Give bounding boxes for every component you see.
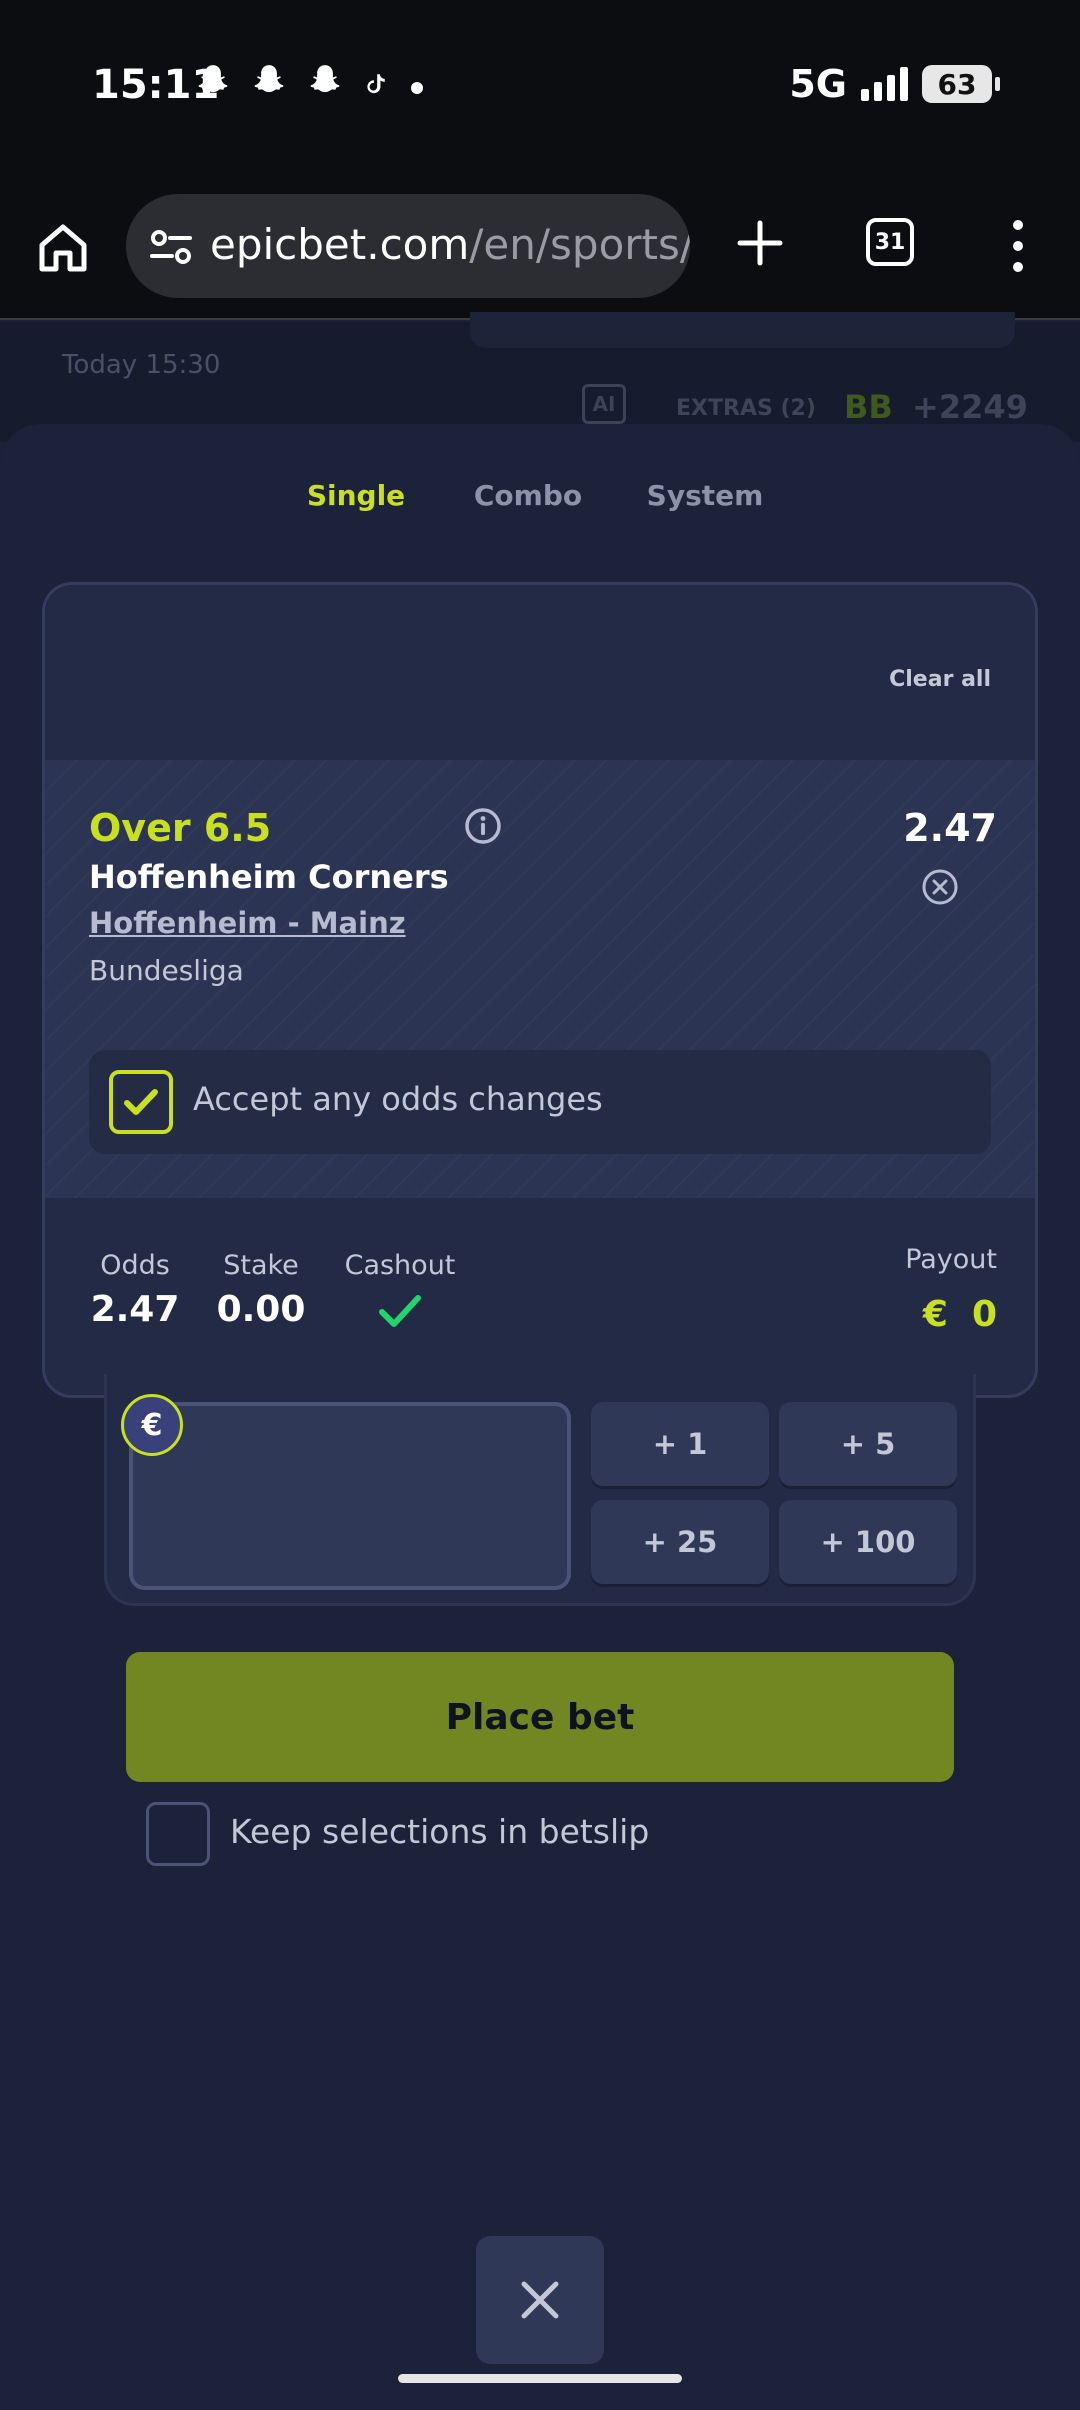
browser-toolbar: epicbet.com/en/sports/fo 31 xyxy=(0,180,1080,320)
selection-pick: Over 6.5 xyxy=(89,806,272,850)
stake-value: 0.00 xyxy=(216,1289,306,1330)
cashout-check-icon xyxy=(335,1289,465,1342)
status-bar: 15:11 5G 63 xyxy=(0,0,1080,180)
notification-icons xyxy=(194,62,428,114)
odds-label: Odds xyxy=(100,1250,170,1281)
payout-currency: € xyxy=(922,1294,948,1335)
more-menu-icon[interactable] xyxy=(1000,214,1036,278)
home-icon[interactable] xyxy=(30,215,96,281)
extras-label: EXTRAS (2) xyxy=(676,396,816,421)
selection-market: Hoffenheim Corners xyxy=(89,858,449,896)
remove-selection-icon[interactable] xyxy=(921,868,959,906)
tiktok-icon xyxy=(362,63,388,113)
tab-system[interactable]: System xyxy=(616,476,794,532)
accept-odds-checkbox[interactable] xyxy=(109,1070,173,1134)
bb-odds: +2249 xyxy=(912,388,1028,426)
url-domain: epicbet.com xyxy=(210,220,470,269)
cashout-label: Cashout xyxy=(344,1250,456,1281)
betslip-sheet: Single Combo System Clear all Over 6.5 2… xyxy=(0,424,1080,2410)
stake-panel: € + 1 + 5 + 25 + 100 xyxy=(104,1374,976,1606)
keep-selections-checkbox[interactable] xyxy=(146,1802,210,1866)
ai-badge: AI xyxy=(582,384,626,424)
selection-league: Bundesliga xyxy=(89,954,244,987)
status-right: 5G 63 xyxy=(789,62,1000,106)
cashout-summary: Cashout xyxy=(335,1250,465,1342)
payout-label: Payout xyxy=(905,1244,997,1275)
close-icon xyxy=(521,2281,559,2319)
accept-odds-row[interactable]: Accept any odds changes xyxy=(89,1050,991,1154)
selection-odds: 2.47 xyxy=(903,806,997,850)
odds-summary: Odds 2.47 xyxy=(89,1250,181,1330)
quick-stake-5-button[interactable]: + 5 xyxy=(779,1402,957,1486)
stake-summary: Stake 0.00 xyxy=(209,1250,313,1330)
tab-combo[interactable]: Combo xyxy=(440,476,616,532)
background-card xyxy=(470,312,1015,348)
site-settings-icon[interactable] xyxy=(148,224,194,270)
quick-stake-100-button[interactable]: + 100 xyxy=(779,1500,957,1584)
snapchat-icon xyxy=(306,62,344,114)
tab-count: 31 xyxy=(874,229,906,255)
payout-amount: 0 xyxy=(971,1294,997,1335)
keep-selections-label[interactable]: Keep selections in betslip xyxy=(230,1812,649,1851)
place-bet-button[interactable]: Place bet xyxy=(126,1652,954,1782)
url-path: /en/sports/fo xyxy=(469,220,690,269)
info-icon[interactable] xyxy=(463,806,503,846)
accept-odds-label: Accept any odds changes xyxy=(193,1080,603,1118)
betslip-tabs: Single Combo System xyxy=(272,476,808,589)
bet-card: Clear all Over 6.5 2.47 Hoffenheim Corne… xyxy=(42,582,1038,1398)
snapchat-icon xyxy=(194,62,232,114)
dot-icon xyxy=(406,63,428,113)
screen: 15:11 5G 63 epicbet.com/en/sports 31 Tod… xyxy=(0,0,1080,2410)
bet-summary: Odds 2.47 Stake 0.00 Cashout Payout € 0 xyxy=(45,1198,1035,1395)
bb-label: BB xyxy=(844,388,893,426)
battery-icon: 63 xyxy=(922,65,1000,103)
tab-single[interactable]: Single xyxy=(272,476,440,532)
clear-all-button[interactable]: Clear all xyxy=(889,667,991,692)
close-betslip-button[interactable] xyxy=(476,2236,604,2364)
new-tab-icon[interactable] xyxy=(730,213,790,273)
quick-stake-1-button[interactable]: + 1 xyxy=(591,1402,769,1486)
signal-icon xyxy=(861,67,908,101)
gesture-home-indicator[interactable] xyxy=(398,2374,682,2383)
euro-icon: € xyxy=(121,1394,183,1456)
snapchat-icon xyxy=(250,62,288,114)
stake-label: Stake xyxy=(223,1250,299,1281)
battery-level: 63 xyxy=(937,67,977,101)
checkmark-icon xyxy=(124,1089,158,1115)
address-bar[interactable]: epicbet.com/en/sports/fo xyxy=(126,194,690,298)
selection-item: Over 6.5 2.47 Hoffenheim Corners Hoffenh… xyxy=(45,760,1035,1198)
url-text[interactable]: epicbet.com/en/sports/fo xyxy=(210,220,690,269)
match-date: Today 15:30 xyxy=(62,350,221,380)
selection-event-link[interactable]: Hoffenheim - Mainz xyxy=(89,906,406,940)
payout-value: € 0 xyxy=(923,1294,997,1335)
network-type: 5G xyxy=(789,62,847,106)
odds-value: 2.47 xyxy=(90,1289,180,1330)
quick-stake-25-button[interactable]: + 25 xyxy=(591,1500,769,1584)
stake-input[interactable] xyxy=(129,1402,571,1590)
tab-switcher-button[interactable]: 31 xyxy=(866,218,914,266)
